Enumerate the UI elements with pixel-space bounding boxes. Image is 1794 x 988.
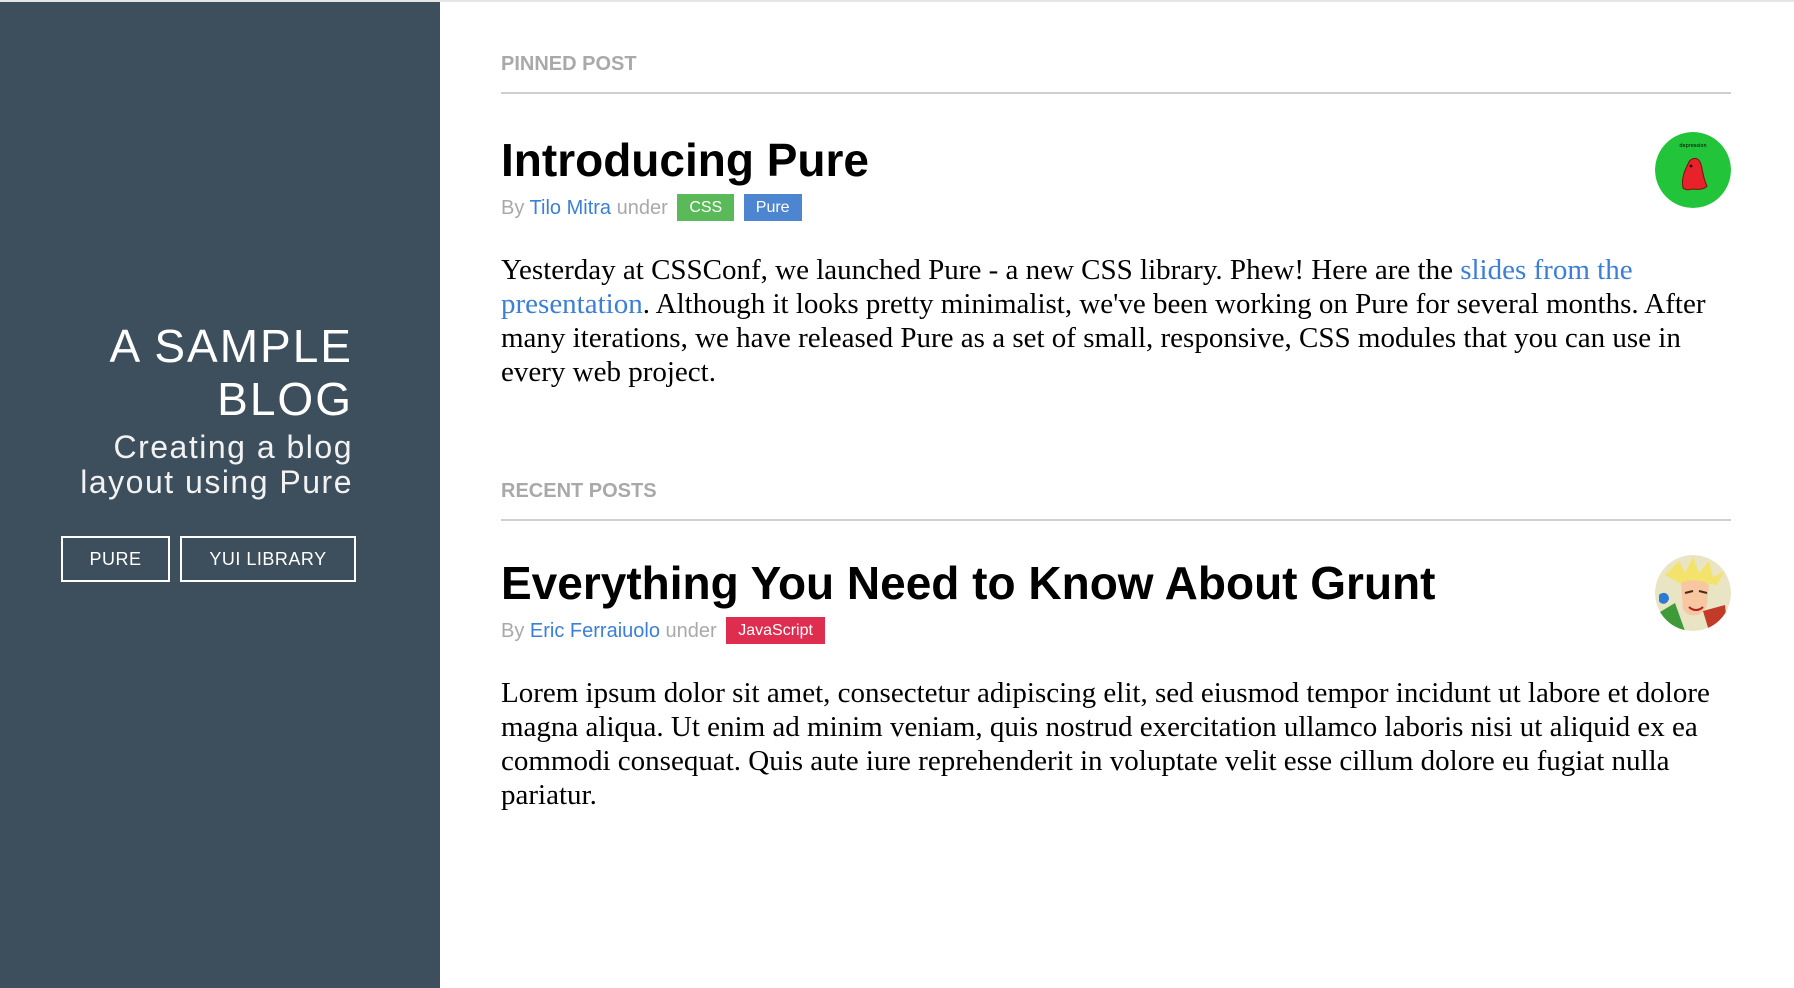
post-meta: By Tilo Mitra under CSS Pure (501, 194, 1731, 221)
post-title[interactable]: Everything You Need to Know About Grunt (501, 555, 1731, 611)
post-title[interactable]: Introducing Pure (501, 132, 1731, 188)
pinned-post: depression Introducing Pure By Tilo Mitr… (501, 132, 1731, 389)
post-body: Yesterday at CSSConf, we launched Pure -… (501, 253, 1731, 389)
meta-by-label: By (501, 620, 525, 642)
meta-by-label: By (501, 197, 525, 219)
post-meta: By Eric Ferraiuolo under JavaScript (501, 617, 1731, 644)
tag-javascript[interactable]: JavaScript (726, 617, 825, 644)
page: A SAMPLE BLOG Creating a blog layout usi… (0, 0, 1794, 988)
avatar-caption: depression (1679, 143, 1706, 149)
nav-button-pure[interactable]: PURE (61, 536, 170, 582)
pinned-post-header: PINNED POST (501, 53, 1731, 94)
post-body: Lorem ipsum dolor sit amet, consectetur … (501, 677, 1710, 811)
recent-post: Everything You Need to Know About Grunt … (501, 555, 1731, 812)
post-body-text-end: . Although it looks pretty minimalist, w… (501, 288, 1706, 388)
anime-character-avatar-icon (1655, 555, 1731, 631)
recent-posts-header: RECENT POSTS (501, 480, 1731, 521)
blog-tagline: Creating a blog layout using Pure (80, 429, 353, 500)
author-link[interactable]: Eric Ferraiuolo (530, 620, 660, 642)
meta-under-label: under (665, 620, 717, 642)
blog-title: A SAMPLE BLOG (109, 320, 353, 425)
tag-pure[interactable]: Pure (743, 194, 802, 221)
brand-header: A SAMPLE BLOG Creating a blog layout usi… (23, 320, 353, 500)
sidebar-nav: PURE YUI LIBRARY (61, 536, 356, 582)
author-link[interactable]: Tilo Mitra (530, 197, 611, 219)
green-circle-avatar-icon: depression (1655, 132, 1731, 208)
meta-under-label: under (616, 197, 668, 219)
tag-css[interactable]: CSS (677, 194, 735, 221)
nav-button-yui-library[interactable]: YUI LIBRARY (180, 536, 356, 582)
sidebar: A SAMPLE BLOG Creating a blog layout usi… (0, 2, 440, 988)
post-body-text-start: Yesterday at CSSConf, we launched Pure -… (501, 254, 1461, 286)
